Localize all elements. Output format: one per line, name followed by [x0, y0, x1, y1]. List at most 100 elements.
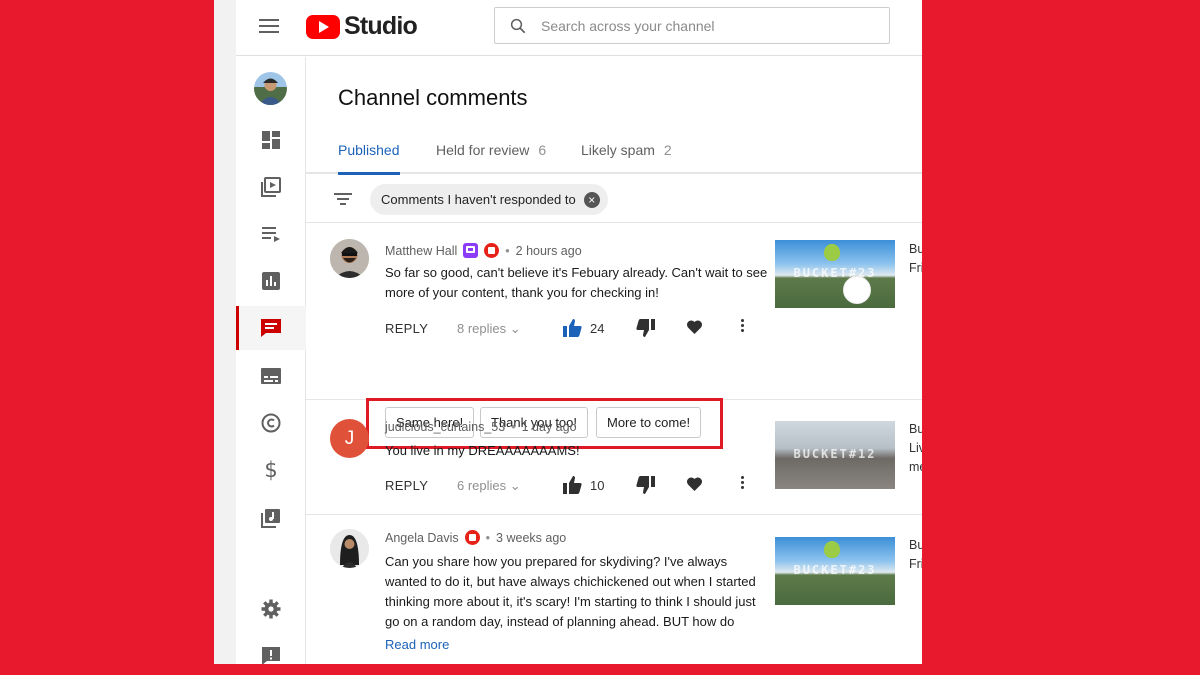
reply-button[interactable]: REPLY	[385, 321, 428, 336]
sidebar-item-settings[interactable]	[236, 587, 306, 631]
thumbs-down-icon	[636, 476, 655, 494]
sidebar-item-copyright[interactable]	[236, 401, 306, 445]
top-bar: Studio	[236, 0, 922, 56]
comment-text: You live in my DREAAAAAAAMS!	[385, 443, 580, 458]
video-title[interactable]: Bu Liv me	[909, 420, 922, 477]
comment-meta: judicious_curtains_53 • 1 day ago	[385, 420, 577, 434]
avatar-image	[259, 78, 282, 105]
search-input[interactable]	[541, 17, 861, 34]
replies-toggle[interactable]: 6 replies ⌄	[457, 478, 521, 494]
like-count: 24	[590, 320, 605, 336]
studio-logo[interactable]: Studio	[306, 12, 418, 41]
comment-item: J judicious_curtains_53 • 1 day ago You …	[306, 400, 922, 515]
more-vert-icon[interactable]	[739, 319, 745, 334]
dashboard-icon	[262, 131, 280, 149]
channel-avatar[interactable]	[254, 72, 287, 105]
comment-text: Can you share how you prepared for skydi…	[385, 554, 756, 629]
filter-chip[interactable]: Comments I haven't responded to ×	[370, 184, 608, 215]
tab-published[interactable]: Published	[338, 142, 400, 175]
search-box[interactable]	[494, 7, 890, 44]
comment-text: So far so good, can't believe it's Febua…	[385, 265, 768, 300]
replies-count: 8 replies	[457, 321, 507, 336]
comment-author[interactable]: Angela Davis	[385, 531, 459, 545]
creator-badge-icon	[484, 243, 500, 258]
sidebar-item-playlists[interactable]	[236, 212, 306, 256]
video-title[interactable]: Bu Fri	[909, 536, 922, 574]
playlist-icon	[262, 227, 280, 242]
dislike-button[interactable]	[636, 319, 655, 340]
comment-tabs: Published Held for review 6 Likely spam 2	[306, 127, 922, 175]
thumbnail-text: BUCKET#23	[793, 563, 877, 577]
window-gutter	[214, 0, 236, 664]
avatar[interactable]: J	[330, 419, 369, 458]
separator-dot: •	[485, 530, 491, 545]
heart-button[interactable]	[686, 476, 703, 495]
comment-actions: REPLY 6 replies ⌄ 10	[385, 476, 765, 496]
filter-icon[interactable]	[334, 193, 352, 208]
sidebar-item-analytics[interactable]	[236, 259, 306, 303]
close-icon[interactable]: ×	[583, 191, 600, 208]
comment-time[interactable]: 1 day ago	[522, 420, 577, 434]
sidebar-item-audio-library[interactable]	[236, 496, 306, 540]
more-vert-icon[interactable]	[739, 476, 745, 491]
thumbnail-text: BUCKET#23	[793, 266, 877, 280]
tab-label: Likely spam	[581, 142, 655, 158]
sidebar-item-subtitles[interactable]	[236, 354, 306, 398]
reply-button[interactable]: REPLY	[385, 478, 428, 493]
video-title-line: Fri	[909, 261, 922, 275]
hamburger-menu-icon[interactable]	[258, 16, 280, 38]
video-title-line: Fri	[909, 557, 922, 571]
tab-count: 6	[538, 142, 547, 158]
sidebar-item-dashboard[interactable]	[236, 118, 306, 162]
heart-button[interactable]	[686, 319, 703, 338]
video-title-line: Bu	[909, 422, 922, 436]
comment-author[interactable]: Matthew Hall	[385, 244, 457, 258]
separator-dot: •	[505, 243, 510, 258]
like-button[interactable]: 10	[563, 476, 604, 494]
left-nav: $	[236, 57, 306, 664]
member-badge-icon	[463, 243, 479, 258]
video-thumbnail[interactable]: BUCKET#23	[775, 240, 895, 308]
avatar[interactable]	[330, 529, 369, 568]
heart-icon	[686, 320, 703, 334]
sidebar-item-content[interactable]	[236, 165, 306, 209]
sidebar-item-monetization[interactable]: $	[236, 448, 306, 492]
subtitles-icon	[261, 368, 281, 384]
avatar[interactable]	[330, 239, 369, 278]
tab-label: Held for review	[436, 142, 530, 158]
video-library-icon	[261, 177, 281, 197]
tab-held-for-review[interactable]: Held for review 6	[436, 142, 546, 158]
comment-time[interactable]: 3 weeks ago	[496, 531, 566, 545]
tab-label: Published	[338, 142, 400, 158]
comment-author[interactable]: judicious_curtains_53	[385, 420, 505, 434]
avatar-image	[330, 239, 369, 278]
video-thumbnail[interactable]: BUCKET#23	[775, 537, 895, 605]
video-title-line: me	[909, 460, 922, 474]
creator-badge-icon	[464, 530, 480, 545]
dislike-button[interactable]	[636, 476, 655, 497]
main-content: Channel comments Published Held for revi…	[306, 57, 922, 664]
video-title-line: Liv	[909, 441, 922, 455]
page-title: Channel comments	[338, 85, 528, 110]
feedback-icon	[262, 647, 280, 664]
dollar-icon: $	[264, 458, 278, 482]
sidebar-item-feedback[interactable]	[236, 634, 306, 664]
replies-toggle[interactable]: 8 replies ⌄	[457, 321, 521, 337]
sidebar-item-comments[interactable]	[236, 306, 306, 350]
video-title-line: Bu	[909, 242, 922, 256]
read-more-link[interactable]: Read more	[385, 637, 449, 652]
comment-icon	[261, 319, 281, 337]
comment-meta: Angela Davis • 3 weeks ago	[385, 530, 566, 545]
tab-likely-spam[interactable]: Likely spam 2	[581, 142, 672, 158]
chevron-down-icon: ⌄	[509, 321, 521, 336]
comment-item: Matthew Hall • 2 hours ago So far so goo…	[306, 223, 922, 400]
comment-time[interactable]: 2 hours ago	[516, 244, 582, 258]
bar-chart-icon	[262, 272, 280, 290]
gear-icon	[261, 599, 281, 619]
thumbs-up-icon	[563, 319, 582, 337]
comment-item: Angela Davis • 3 weeks ago Can you share…	[306, 515, 922, 664]
video-thumbnail[interactable]: BUCKET#12	[775, 421, 895, 489]
studio-window: Studio $	[214, 0, 922, 664]
like-button[interactable]: 24	[563, 319, 604, 337]
video-title[interactable]: Bu Fri	[909, 240, 922, 278]
